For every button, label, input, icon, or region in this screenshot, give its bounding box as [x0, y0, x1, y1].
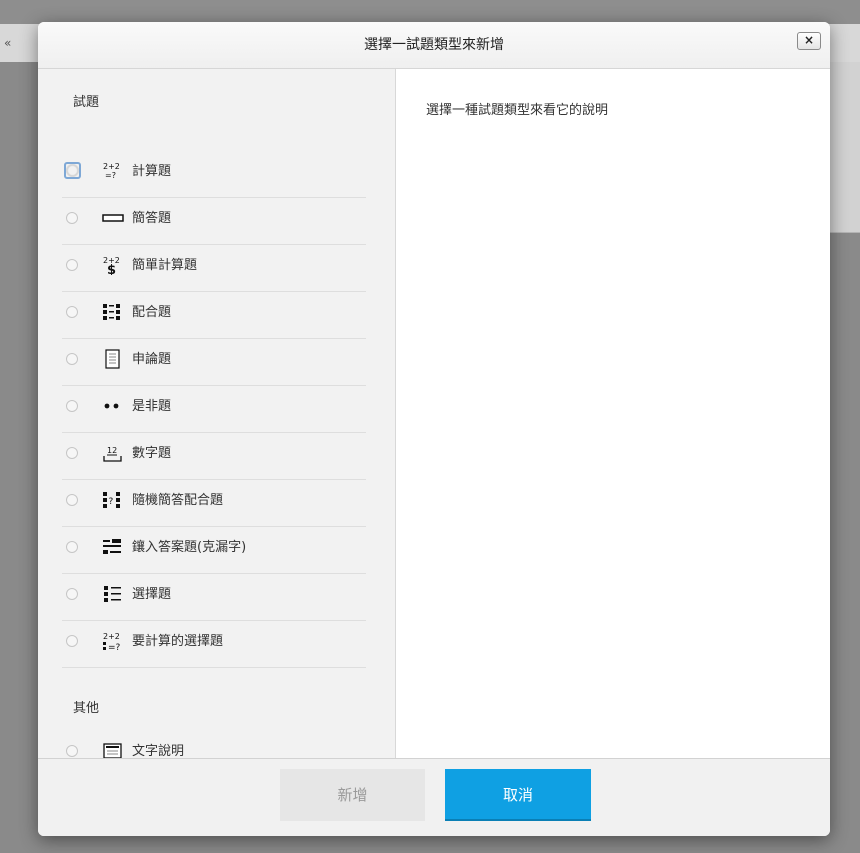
radio-button[interactable]	[66, 541, 78, 553]
qtype-option-simple-calculated[interactable]: 2+2 $ 簡單計算題	[62, 245, 366, 292]
radio-button[interactable]	[66, 259, 78, 271]
radio-button[interactable]	[66, 353, 78, 365]
simple-calculated-icon: 2+2 $	[102, 255, 124, 275]
radio-button[interactable]	[66, 306, 78, 318]
embedded-answers-icon	[102, 537, 124, 557]
question-type-description-panel: 選擇一種試題類型來看它的說明	[396, 69, 830, 758]
svg-text:$: $	[107, 263, 116, 275]
radio-button[interactable]	[64, 162, 81, 179]
radio-button[interactable]	[66, 494, 78, 506]
section-label-other: 其他	[73, 701, 100, 716]
add-question-dialog: 選擇一試題類型來新增 × 試題 2+2 =? 計算題 簡答題 2+2 $ 簡單計…	[38, 22, 830, 836]
dialog-footer: 新增 取消	[38, 758, 830, 836]
multiple-choice-icon	[102, 584, 124, 604]
matching-icon	[102, 302, 124, 322]
qtype-label: 數字題	[132, 446, 172, 461]
section-label-questions: 試題	[73, 95, 100, 110]
qtype-label: 簡答題	[132, 211, 172, 226]
description-icon	[102, 741, 124, 758]
radio-button[interactable]	[66, 400, 78, 412]
dialog-header: 選擇一試題類型來新增 ×	[38, 22, 830, 69]
qtype-label: 計算題	[132, 164, 172, 179]
qtype-label: 簡單計算題	[132, 258, 198, 273]
numerical-icon: 12	[102, 443, 124, 463]
qtype-label: 隨機簡答配合題	[132, 493, 224, 508]
radio-button[interactable]	[66, 447, 78, 459]
qtype-option-random-short-answer-matching[interactable]: ? 隨機簡答配合題	[62, 480, 366, 527]
close-button[interactable]: ×	[797, 32, 821, 50]
svg-text:?: ?	[109, 497, 114, 507]
question-type-list: 試題 2+2 =? 計算題 簡答題 2+2 $ 簡單計算題 配合題 申論題 是非…	[38, 69, 396, 758]
radio-button[interactable]	[66, 212, 78, 224]
qtype-label: 文字說明	[132, 744, 185, 758]
add-button[interactable]: 新增	[280, 769, 425, 821]
qtype-option-multiple-choice[interactable]: 選擇題	[62, 574, 366, 621]
qtype-option-true-false[interactable]: 是非題	[62, 386, 366, 433]
background-right-panel	[828, 62, 860, 233]
random-short-answer-matching-icon: ?	[102, 490, 124, 510]
radio-button[interactable]	[66, 635, 78, 647]
svg-text:=?: =?	[105, 171, 116, 180]
qtype-label: 配合題	[132, 305, 172, 320]
qtype-label: 申論題	[132, 352, 172, 367]
svg-text:2+2: 2+2	[103, 162, 120, 171]
qtype-option-description[interactable]: 文字說明	[62, 731, 366, 758]
qtype-label: 選擇題	[132, 587, 172, 602]
background-collapse-icon: «	[4, 36, 12, 50]
svg-text:2+2: 2+2	[103, 632, 120, 641]
calculated-icon: 2+2 =?	[102, 161, 124, 181]
qtype-label: 是非題	[132, 399, 172, 414]
true-false-icon	[102, 396, 124, 416]
short-answer-icon	[102, 208, 124, 228]
description-placeholder: 選擇一種試題類型來看它的說明	[426, 103, 609, 118]
qtype-option-short-answer[interactable]: 簡答題	[62, 198, 366, 245]
calculated-multichoice-icon: 2+2 =?	[102, 631, 124, 651]
cancel-button[interactable]: 取消	[445, 769, 591, 821]
qtype-label: 鑲入答案題(克漏字)	[132, 540, 247, 555]
svg-text:12: 12	[107, 446, 117, 455]
qtype-option-calculated[interactable]: 2+2 =? 計算題	[62, 151, 366, 198]
radio-button[interactable]	[66, 745, 78, 757]
qtype-label: 要計算的選擇題	[132, 634, 224, 649]
qtype-option-essay[interactable]: 申論題	[62, 339, 366, 386]
qtype-option-matching[interactable]: 配合題	[62, 292, 366, 339]
radio-button[interactable]	[66, 588, 78, 600]
svg-text:=?: =?	[108, 643, 121, 651]
background-top-band	[0, 0, 860, 24]
qtype-option-calculated-multichoice[interactable]: 2+2 =? 要計算的選擇題	[62, 621, 366, 668]
qtype-option-numerical[interactable]: 12 數字題	[62, 433, 366, 480]
essay-icon	[102, 349, 124, 369]
dialog-title: 選擇一試題類型來新增	[364, 37, 504, 53]
qtype-option-embedded-answers[interactable]: 鑲入答案題(克漏字)	[62, 527, 366, 574]
